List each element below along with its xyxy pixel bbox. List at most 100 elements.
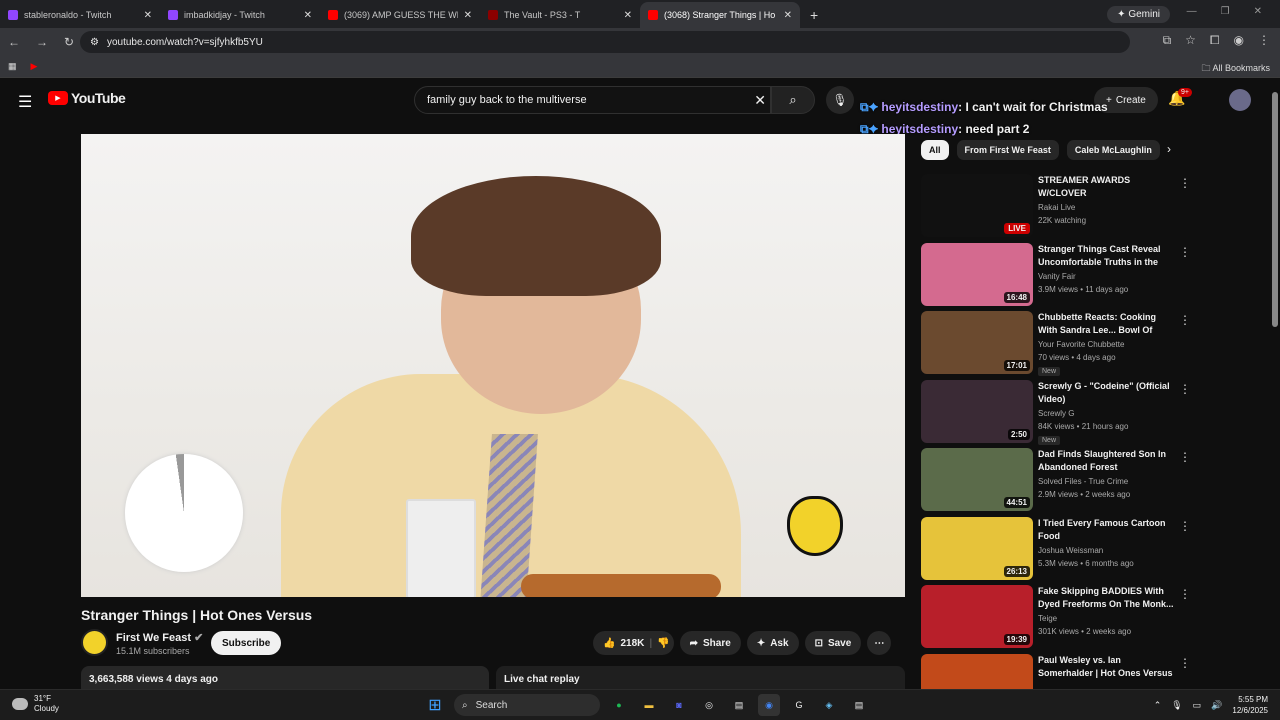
channel-name[interactable]: First We Feast ✔	[116, 631, 203, 644]
chrome-icon[interactable]: ◉	[758, 694, 780, 716]
close-tab-icon[interactable]: ✕	[144, 10, 152, 21]
verified-icon: ✔	[194, 632, 204, 644]
recommended-video[interactable]: 19:39 Fake Skipping BADDIES With Dyed Fre…	[921, 585, 1191, 649]
menu-icon[interactable]: ⋮	[1258, 33, 1270, 48]
spotify-icon[interactable]: ●	[608, 694, 630, 716]
video-thumbnail[interactable]: 26:13	[921, 516, 1033, 580]
recommended-video[interactable]: 44:51 Dad Finds Slaughtered Son In Abando…	[921, 448, 1191, 512]
search-button[interactable]: ⌕	[771, 86, 815, 114]
extensions-icon[interactable]: ⧠	[1210, 33, 1220, 48]
install-icon[interactable]: ⧉	[1163, 33, 1172, 48]
more-options-icon[interactable]: ⋮	[1179, 450, 1191, 464]
taskbar-search[interactable]: ⌕ Search	[454, 694, 600, 716]
recommended-video[interactable]: 26:13 I Tried Every Famous Cartoon Food Jo…	[921, 516, 1191, 581]
like-button[interactable]: 👍 218K | 👎	[593, 631, 674, 655]
windows-start-icon[interactable]: ⊞	[424, 694, 446, 716]
save-button[interactable]: ⊡ Save	[804, 631, 862, 655]
video-thumbnail[interactable]: 16:48	[921, 242, 1033, 306]
more-options-icon[interactable]: ⋮	[1179, 176, 1191, 190]
ask-button[interactable]: ✦ Ask	[746, 631, 799, 655]
clock[interactable]: 5:55 PM 12/6/2025	[1232, 694, 1268, 716]
recommended-video[interactable]: 16:48 Stranger Things Cast Reveal Uncomfo…	[921, 242, 1191, 307]
browser-tab[interactable]: imbadkidjay - Twitch ✕	[160, 2, 320, 28]
browser-tab[interactable]: The Vault - PS3 - T ✕	[480, 2, 640, 28]
epic-games-2-icon[interactable]: ▤	[848, 694, 870, 716]
volume-icon[interactable]: 🔊	[1211, 700, 1222, 711]
more-options-icon[interactable]: ⋮	[1179, 313, 1191, 327]
more-actions-button[interactable]: ⋯	[867, 631, 892, 655]
create-label: Create	[1115, 94, 1146, 106]
cloud-icon	[12, 698, 28, 710]
chips-next-icon[interactable]: ›	[1167, 142, 1171, 156]
subscribe-button[interactable]: Subscribe	[211, 631, 282, 655]
clear-search-icon[interactable]: ✕	[754, 92, 766, 109]
epic-games-icon[interactable]: ▤	[728, 694, 750, 716]
page-scrollbar[interactable]	[1272, 92, 1278, 327]
bookmarks-bar: ▦ ▶ 🗀 All Bookmarks	[0, 56, 1280, 78]
thumbs-down-icon[interactable]: 👎	[657, 638, 669, 649]
recommended-video[interactable]: 2:50 Screwly G - "Codeine" (Official Vide…	[921, 379, 1191, 445]
recommended-title: Fake Skipping BADDIES With Dyed Freeform…	[1038, 586, 1174, 609]
mic-tray-icon[interactable]: 🎙	[1171, 700, 1182, 711]
bookmark-star-icon[interactable]: ☆	[1185, 33, 1196, 48]
address-bar[interactable]: ⚙ youtube.com/watch?v=sjfyhkfb5YU	[80, 31, 1130, 53]
account-avatar[interactable]	[1229, 89, 1251, 111]
tab-favicon-icon	[328, 10, 338, 20]
filter-chips: All From First We Feast Caleb McLaughlin	[921, 140, 1160, 160]
forward-icon[interactable]: →	[36, 35, 48, 49]
apps-grid-icon[interactable]: ▦	[8, 61, 17, 72]
video-thumbnail[interactable]: 17:01	[921, 311, 1033, 374]
new-tab-button[interactable]: +	[800, 2, 828, 28]
browser-tab[interactable]: (3068) Stranger Things | Ho ✕	[640, 2, 800, 28]
youtube-logo[interactable]: ▶ YouTube	[48, 90, 126, 106]
gemini-button[interactable]: ✦ Gemini	[1107, 6, 1170, 23]
reload-icon[interactable]: ↻	[64, 35, 74, 49]
close-window-icon[interactable]: ✕	[1254, 6, 1262, 17]
chip-caleb-mclaughlin[interactable]: Caleb McLaughlin	[1066, 140, 1160, 160]
voice-search-button[interactable]: 🎙	[826, 86, 854, 114]
recommended-title: Screwly G - "Codeine" (Official Video)	[1038, 380, 1170, 404]
steam-icon[interactable]: ◈	[818, 694, 840, 716]
video-thumbnail[interactable]: 19:39	[921, 585, 1033, 648]
chip-from-first-we-feast[interactable]: From First We Feast	[956, 140, 1059, 160]
youtube-bookmark-icon[interactable]: ▶	[31, 61, 38, 72]
maximize-icon[interactable]: ❐	[1221, 6, 1230, 17]
more-options-icon[interactable]: ⋮	[1179, 382, 1191, 396]
weather-condition: Cloudy	[34, 704, 59, 713]
close-tab-icon[interactable]: ✕	[304, 10, 312, 21]
browser-tab[interactable]: stableronaldo - Twitch ✕	[0, 2, 160, 28]
file-explorer-icon[interactable]: ▬	[638, 694, 660, 716]
tray-overflow-icon[interactable]: ⌃	[1154, 700, 1162, 711]
video-thumbnail[interactable]: 44:51	[921, 448, 1033, 511]
video-thumbnail[interactable]: 2:50	[921, 379, 1033, 443]
more-options-icon[interactable]: ⋮	[1179, 245, 1191, 259]
github-icon[interactable]: ◎	[698, 694, 720, 716]
back-icon[interactable]: ←	[8, 35, 20, 49]
chip-all[interactable]: All	[921, 140, 949, 160]
recommended-video[interactable]: 17:01 Chubbette Reacts: Cooking With Sand…	[921, 311, 1191, 376]
recommended-meta: 5.3M views • 6 months ago	[1038, 558, 1134, 568]
channel-avatar[interactable]	[81, 629, 108, 656]
close-tab-icon[interactable]: ✕	[464, 10, 472, 21]
minimize-icon[interactable]: —	[1187, 6, 1197, 17]
close-tab-icon[interactable]: ✕	[624, 10, 632, 21]
browser-tab[interactable]: (3069) AMP GUESS THE WHITE ✕	[320, 2, 480, 28]
close-tab-icon[interactable]: ✕	[784, 10, 792, 21]
all-bookmarks-button[interactable]: 🗀 All Bookmarks	[1201, 61, 1270, 77]
hamburger-menu-icon[interactable]: ☰	[18, 92, 32, 112]
search-input[interactable]: family guy back to the multiverse ✕	[414, 86, 771, 114]
app-g-icon[interactable]: G	[788, 694, 810, 716]
discord-icon[interactable]: ◙	[668, 694, 690, 716]
site-info-icon[interactable]: ⚙	[90, 37, 99, 48]
weather-widget[interactable]: 31°F Cloudy	[12, 694, 59, 714]
more-options-icon[interactable]: ⋮	[1179, 656, 1191, 670]
recommended-video[interactable]: LIVE STREAMER AWARDS W/CLOVER Rakai Live 22…	[921, 174, 1191, 238]
more-options-icon[interactable]: ⋮	[1179, 587, 1191, 601]
more-options-icon[interactable]: ⋮	[1179, 519, 1191, 533]
share-button[interactable]: ➦ Share	[679, 631, 741, 655]
video-thumbnail[interactable]: LIVE	[921, 174, 1033, 237]
network-icon[interactable]: ▭	[1193, 700, 1202, 711]
video-player[interactable]	[81, 134, 905, 597]
profile-icon[interactable]: ◉	[1234, 33, 1244, 48]
sparkle-icon: ✦	[756, 637, 766, 649]
